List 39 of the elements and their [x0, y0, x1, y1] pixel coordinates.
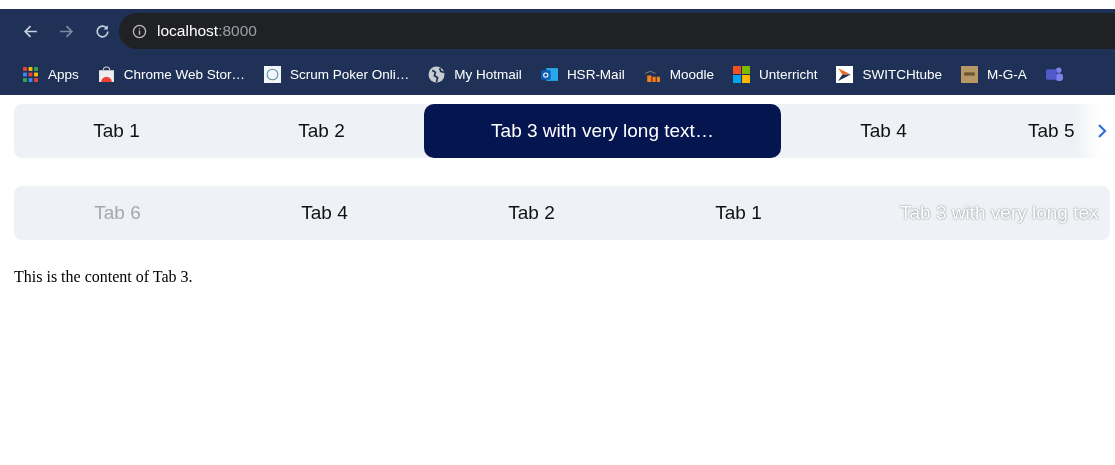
mail-icon: [540, 65, 558, 83]
tab[interactable]: Tab 2: [219, 104, 424, 158]
bookmark-item[interactable]: Apps: [22, 65, 79, 83]
address-bar[interactable]: localhost:8000: [119, 13, 1115, 49]
bookmark-item[interactable]: Scrum Poker Onli…: [264, 65, 410, 83]
content-text: This is the content of Tab 3.: [14, 268, 194, 286]
box-icon: [960, 65, 978, 83]
bookmark-item[interactable]: Moodle: [643, 65, 714, 83]
bookmark-label: Moodle: [669, 66, 714, 82]
bookmark-label: Unterricht: [758, 66, 818, 82]
tab[interactable]: Tab 4: [781, 104, 986, 158]
bookmark-item[interactable]: HSR-Mail: [540, 65, 625, 83]
bookmark-label: Chrome Web Stor…: [123, 66, 246, 82]
bookmark-item[interactable]: My Hotmail: [428, 65, 522, 83]
card-icon: [264, 65, 282, 83]
bookmark-label: HSR-Mail: [566, 66, 625, 82]
grid-icon: [22, 65, 39, 83]
tab[interactable]: Tab 1: [635, 186, 842, 240]
tab[interactable]: Tab 1: [14, 104, 219, 158]
tab[interactable]: Tab 3 with very long text…: [424, 104, 781, 158]
bookmark-item[interactable]: M-G-A: [960, 65, 1027, 83]
bookmark-label: Scrum Poker Onli…: [290, 66, 410, 82]
bookmark-item[interactable]: Chrome Web Stor…: [97, 65, 246, 83]
info-icon[interactable]: [132, 23, 147, 39]
tab[interactable]: Tab 4: [221, 186, 428, 240]
bookmark-item[interactable]: Unterricht: [732, 65, 818, 83]
shopping-bag-icon: [97, 65, 115, 83]
tab[interactable]: Tab 2: [428, 186, 635, 240]
reload-icon[interactable]: [94, 22, 111, 40]
bookmark-label: SWITCHtube: [862, 66, 942, 82]
globe-icon: [428, 65, 446, 83]
bookmark-label: M-G-A: [986, 66, 1027, 82]
four-squares-icon: [732, 65, 750, 83]
chevron-right-icon[interactable]: [1097, 123, 1107, 139]
url-text: localhost:8000: [157, 22, 257, 40]
bookmark-label: My Hotmail: [454, 66, 522, 82]
tab[interactable]: Tab 5: [986, 104, 1110, 158]
bookmark-item[interactable]: SWITCHtube: [836, 65, 942, 83]
bookmark-label: Apps: [48, 66, 79, 82]
